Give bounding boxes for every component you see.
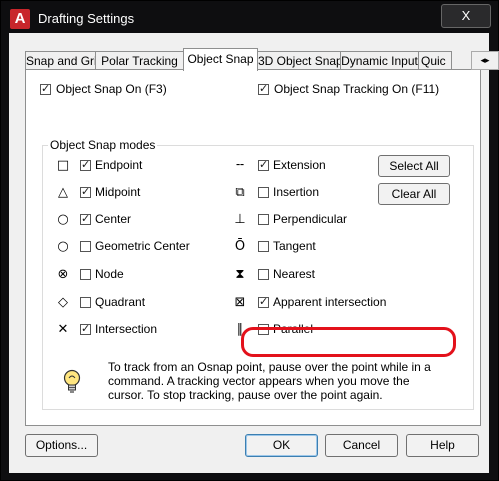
node-checkbox[interactable] [80, 269, 91, 280]
object-snap-modes-label: Object Snap modes [48, 138, 158, 152]
center-label[interactable]: Center [95, 212, 131, 226]
lightbulb-icon [63, 369, 81, 393]
apparent-intersection-label[interactable]: Apparent intersection [273, 295, 386, 309]
tab-snap-and-grid[interactable]: Snap and Grid [25, 51, 96, 70]
intersection-label[interactable]: Intersection [95, 322, 157, 336]
perpendicular-icon: ⊥ [234, 212, 246, 227]
nearest-icon: ⧗ [235, 267, 245, 282]
tab-quick-properties[interactable]: Quic [418, 51, 452, 70]
geometric-center-label[interactable]: Geometric Center [95, 239, 190, 253]
nearest-label[interactable]: Nearest [273, 267, 315, 281]
dialog-client-area: Snap and Grid Polar Tracking Object Snap… [9, 33, 499, 473]
dialog-window: A Drafting Settings X Snap and Grid Pola… [0, 0, 499, 481]
tangent-icon: Ō [234, 239, 246, 254]
tangent-checkbox[interactable] [258, 241, 269, 252]
object-snap-on-checkbox[interactable] [40, 82, 51, 95]
node-icon: ⊗ [57, 267, 69, 282]
tab-polar-tracking[interactable]: Polar Tracking [95, 51, 184, 70]
tab-scroll-arrows[interactable]: ◂▸ [471, 51, 499, 70]
clear-all-button[interactable]: Clear All [378, 183, 450, 205]
endpoint-checkbox[interactable] [80, 158, 91, 171]
nearest-checkbox[interactable] [258, 269, 269, 280]
tracking-info-text: To track from an Osnap point, pause over… [108, 360, 431, 402]
tab-object-snap[interactable]: Object Snap [183, 48, 258, 71]
geometric-center-icon: ○ [57, 239, 69, 254]
center-icon: ○ [57, 212, 69, 227]
ok-button[interactable]: OK [245, 434, 318, 457]
window-title: Drafting Settings [38, 11, 135, 26]
extension-checkbox[interactable] [258, 158, 269, 171]
tab-dynamic-input[interactable]: Dynamic Input [340, 51, 419, 70]
midpoint-label[interactable]: Midpoint [95, 185, 140, 199]
help-button[interactable]: Help [406, 434, 479, 457]
midpoint-checkbox[interactable] [80, 185, 91, 198]
apparent-intersection-checkbox[interactable] [258, 295, 269, 308]
object-snap-tracking-label[interactable]: Object Snap Tracking On (F11) [274, 82, 439, 96]
tangent-label[interactable]: Tangent [273, 239, 316, 253]
extension-label[interactable]: Extension [273, 158, 326, 172]
title-bar[interactable]: A Drafting Settings X [1, 1, 498, 37]
perpendicular-label[interactable]: Perpendicular [273, 212, 347, 226]
perpendicular-checkbox[interactable] [258, 214, 269, 225]
extension-icon: ╌ [236, 158, 244, 173]
intersection-checkbox[interactable] [80, 322, 91, 335]
quadrant-label[interactable]: Quadrant [95, 295, 145, 309]
quadrant-checkbox[interactable] [80, 297, 91, 308]
object-snap-panel: Object Snap On (F3) Object Snap Tracking… [25, 69, 481, 426]
object-snap-tracking-checkbox[interactable] [258, 82, 269, 95]
insertion-label[interactable]: Insertion [273, 185, 319, 199]
insertion-checkbox[interactable] [258, 187, 269, 198]
endpoint-icon: □ [56, 158, 70, 173]
options-button[interactable]: Options... [25, 434, 98, 457]
apparent-intersection-icon: ⊠ [234, 295, 246, 310]
node-label[interactable]: Node [95, 267, 124, 281]
insertion-icon: ⧉ [235, 185, 245, 200]
autocad-app-icon: A [10, 9, 30, 29]
tab-3d-object-snap[interactable]: 3D Object Snap [257, 51, 341, 70]
select-all-button[interactable]: Select All [378, 155, 450, 177]
geometric-center-checkbox[interactable] [80, 241, 91, 252]
object-snap-on-label[interactable]: Object Snap On (F3) [56, 82, 167, 96]
midpoint-icon: △ [58, 185, 68, 200]
close-icon: X [461, 8, 471, 23]
intersection-icon: ✕ [57, 322, 69, 337]
close-button[interactable]: X [441, 4, 491, 28]
cancel-button[interactable]: Cancel [325, 434, 398, 457]
center-checkbox[interactable] [80, 212, 91, 225]
red-highlight-annotation [241, 327, 456, 357]
quadrant-icon: ◇ [58, 295, 68, 310]
endpoint-label[interactable]: Endpoint [95, 158, 142, 172]
